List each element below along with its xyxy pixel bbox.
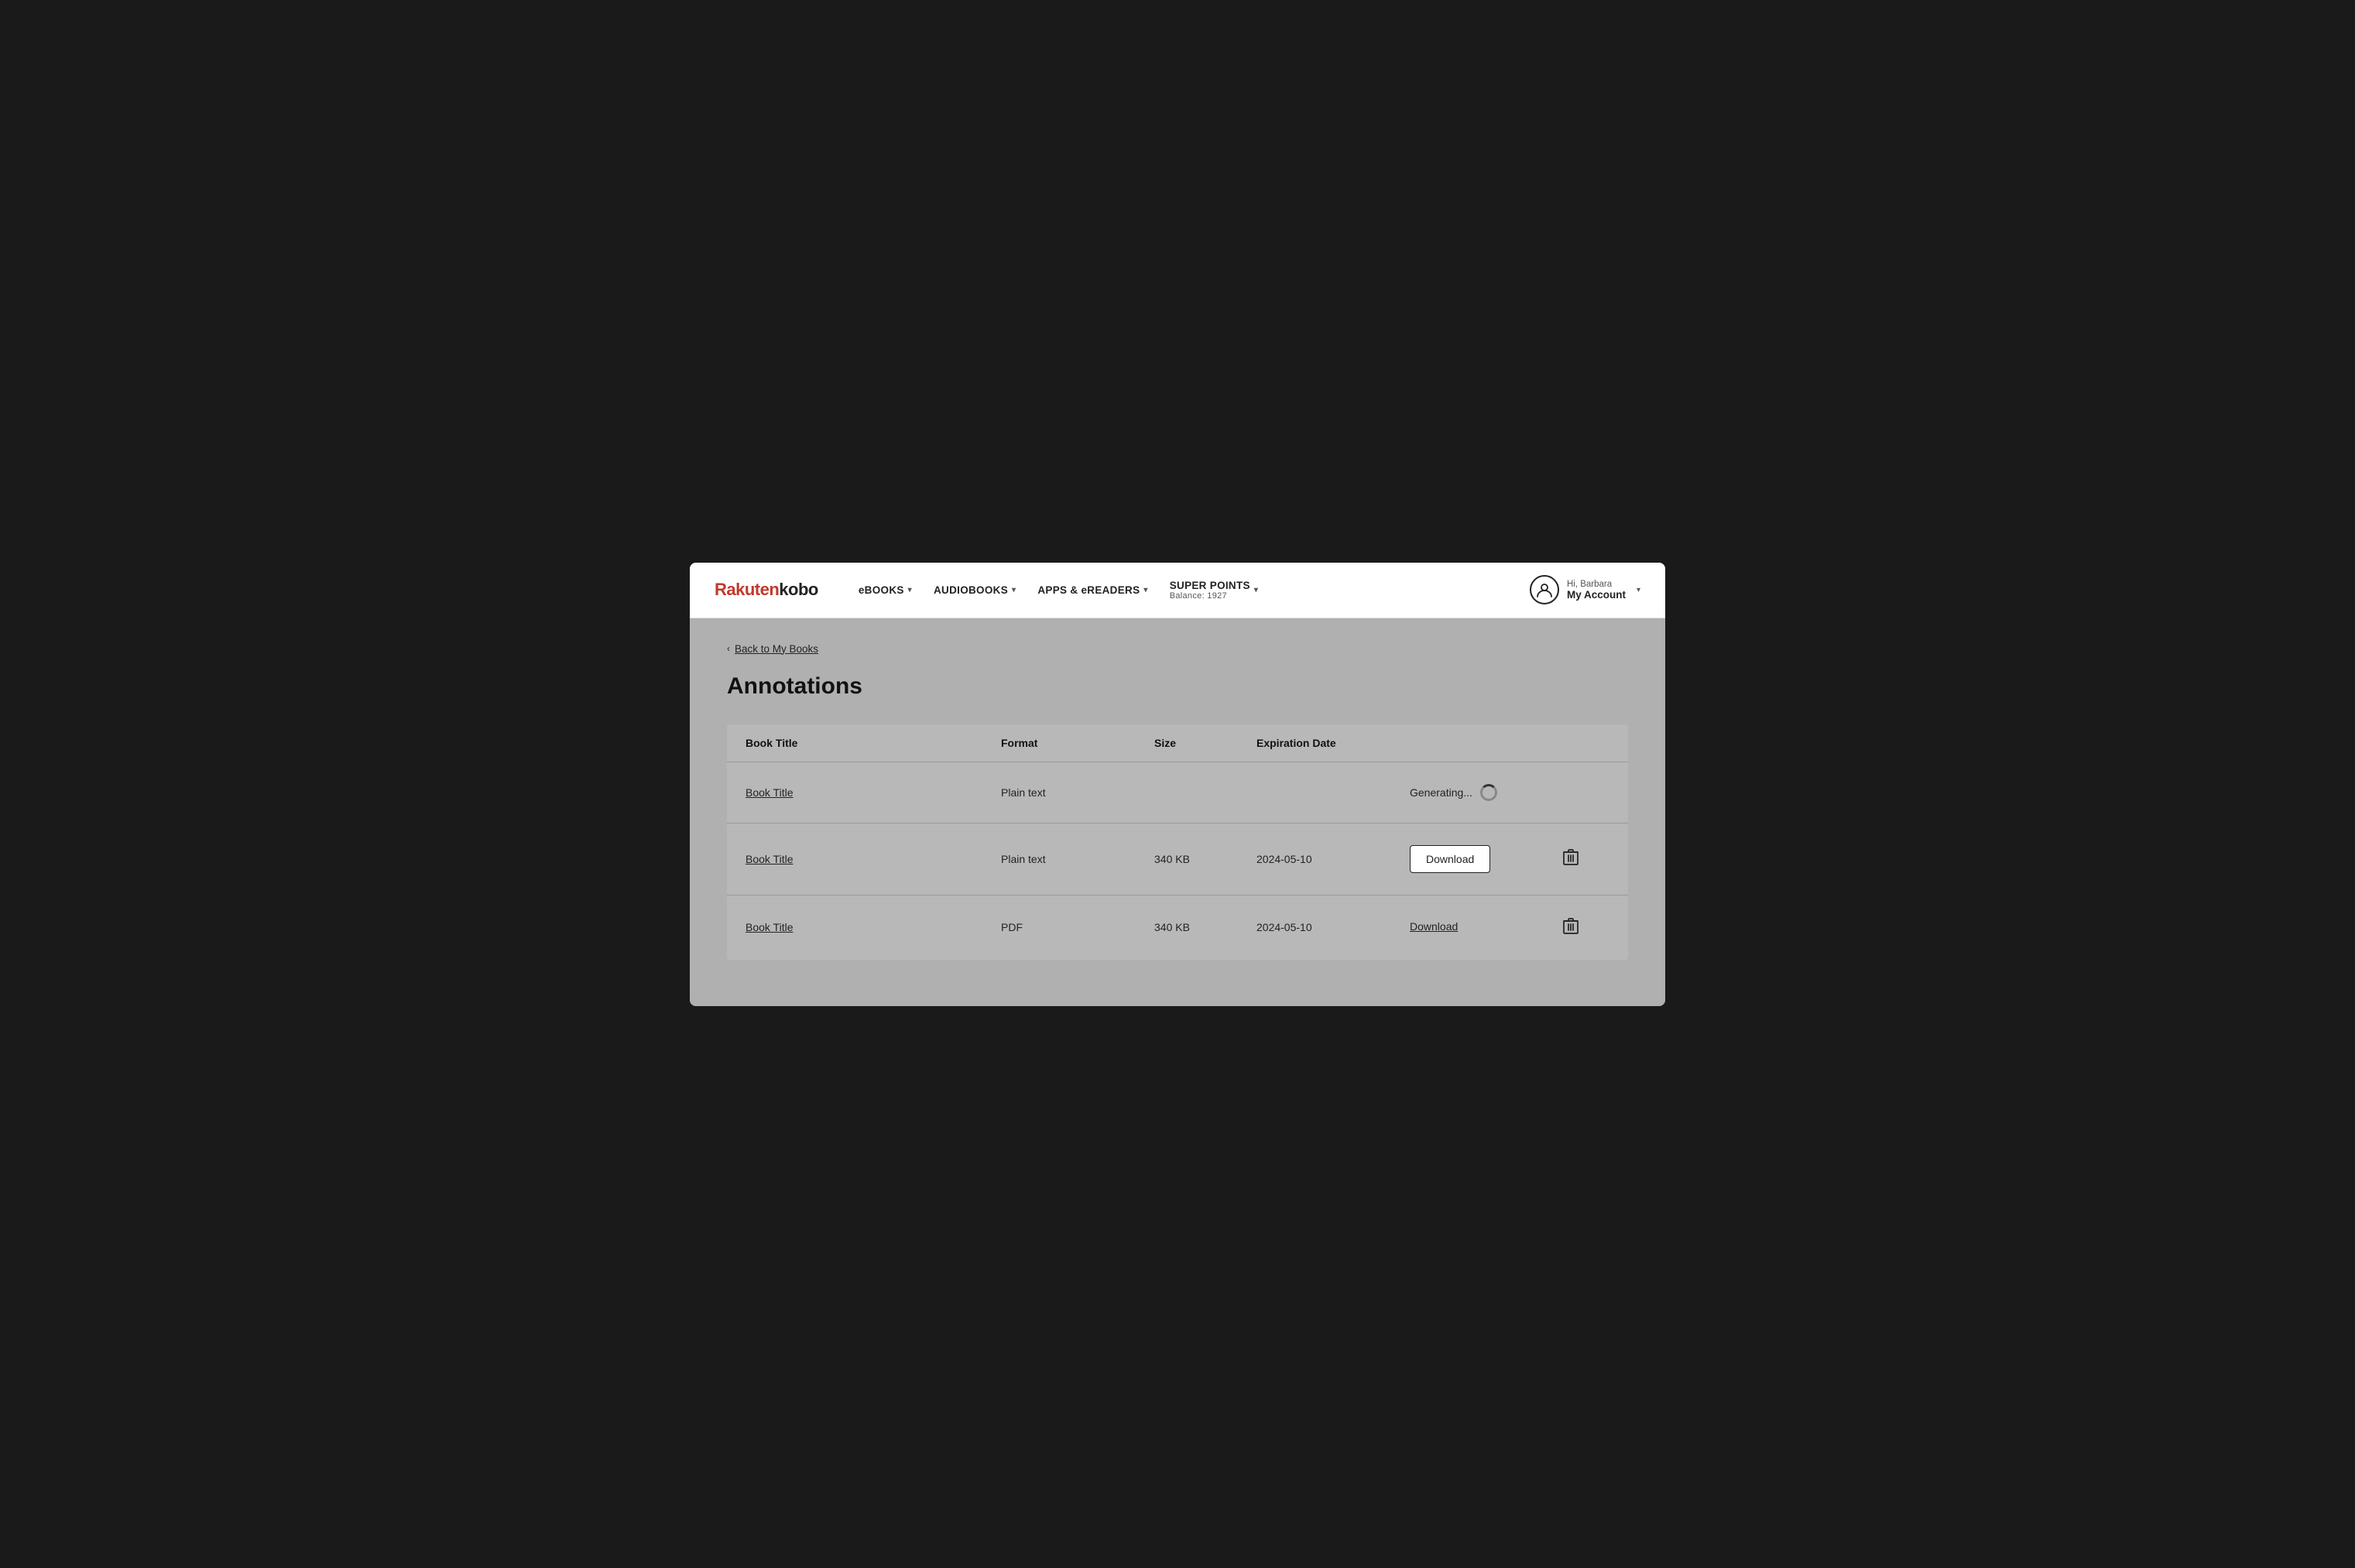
col-header-action — [1410, 737, 1563, 749]
main-nav: eBOOKS ▾ AUDIOBOOKS ▾ APPS & eREADERS ▾ … — [849, 573, 1530, 607]
col-header-size: Size — [1154, 737, 1256, 749]
book-title-link[interactable]: Book Title — [746, 786, 1001, 799]
download-link[interactable]: Download — [1410, 920, 1458, 933]
size-cell: 340 KB — [1154, 853, 1256, 865]
format-cell: Plain text — [1001, 853, 1154, 865]
super-points-container: SUPER POINTS Balance: 1927 — [1170, 580, 1250, 601]
super-points-balance: Balance: 1927 — [1170, 591, 1250, 601]
download-button[interactable]: Download — [1410, 845, 1490, 873]
trash-icon — [1563, 848, 1579, 869]
col-header-delete — [1563, 737, 1609, 749]
size-cell: 340 KB — [1154, 921, 1256, 933]
delete-cell — [1563, 848, 1609, 869]
page-title: Annotations — [727, 673, 1628, 700]
breadcrumb-chevron: ‹ — [727, 643, 730, 654]
nav-apps-chevron: ▾ — [1143, 586, 1147, 594]
trash-icon — [1563, 917, 1579, 938]
header: Rakutenkobo eBOOKS ▾ AUDIOBOOKS ▾ APPS &… — [690, 563, 1665, 618]
expiration-cell: 2024-05-10 — [1256, 921, 1410, 933]
nav-ebooks-chevron: ▾ — [908, 586, 912, 594]
col-header-expiration-date: Expiration Date — [1256, 737, 1410, 749]
action-cell: Download — [1410, 920, 1563, 934]
account-info: Hi, Barbara My Account — [1567, 580, 1626, 601]
super-points-label: SUPER POINTS — [1170, 580, 1250, 591]
account-section[interactable]: Hi, Barbara My Account ▾ — [1530, 575, 1640, 604]
account-greeting: Hi, Barbara — [1567, 580, 1626, 589]
nav-audiobooks-label: AUDIOBOOKS — [934, 584, 1008, 596]
format-cell: Plain text — [1001, 786, 1154, 799]
expiration-cell: 2024-05-10 — [1256, 853, 1410, 865]
table-row: Book Title PDF 340 KB 2024-05-10 Downloa… — [727, 895, 1628, 960]
nav-superpoints[interactable]: SUPER POINTS Balance: 1927 ▾ — [1160, 573, 1267, 607]
page-frame: Rakutenkobo eBOOKS ▾ AUDIOBOOKS ▾ APPS &… — [690, 563, 1665, 1006]
loading-spinner — [1480, 784, 1497, 801]
action-cell: Generating... — [1410, 784, 1563, 801]
col-header-format: Format — [1001, 737, 1154, 749]
nav-audiobooks[interactable]: AUDIOBOOKS ▾ — [924, 578, 1025, 602]
nav-superpoints-chevron: ▾ — [1254, 586, 1258, 594]
action-cell: Download — [1410, 845, 1563, 873]
book-title-link[interactable]: Book Title — [746, 921, 1001, 933]
book-title-link[interactable]: Book Title — [746, 853, 1001, 865]
table-row: Book Title Plain text 340 KB 2024-05-10 … — [727, 823, 1628, 895]
breadcrumb[interactable]: ‹ Back to My Books — [727, 643, 1628, 655]
delete-button[interactable] — [1563, 917, 1579, 938]
table-row: Book Title Plain text Generating... — [727, 762, 1628, 823]
nav-ebooks[interactable]: eBOOKS ▾ — [849, 578, 921, 602]
nav-audiobooks-chevron: ▾ — [1012, 586, 1016, 594]
delete-button[interactable] — [1563, 848, 1579, 869]
logo-rakuten: Rakuten — [715, 580, 779, 599]
logo[interactable]: Rakutenkobo — [715, 580, 818, 600]
table-header: Book Title Format Size Expiration Date — [727, 724, 1628, 762]
breadcrumb-link[interactable]: Back to My Books — [735, 643, 818, 655]
format-cell: PDF — [1001, 921, 1154, 933]
logo-text: Rakutenkobo — [715, 580, 818, 600]
generating-label: Generating... — [1410, 786, 1472, 799]
nav-apps-label: APPS & eREADERS — [1037, 584, 1140, 596]
logo-kobo: kobo — [779, 580, 818, 599]
delete-cell — [1563, 917, 1609, 938]
account-name: My Account — [1567, 589, 1626, 601]
col-header-book-title: Book Title — [746, 737, 1001, 749]
nav-ebooks-label: eBOOKS — [859, 584, 904, 596]
account-chevron: ▾ — [1637, 586, 1640, 594]
account-icon — [1530, 575, 1559, 604]
nav-apps[interactable]: APPS & eREADERS ▾ — [1028, 578, 1157, 602]
annotations-table: Book Title Format Size Expiration Date B… — [727, 724, 1628, 960]
main-content: ‹ Back to My Books Annotations Book Titl… — [690, 618, 1665, 1006]
